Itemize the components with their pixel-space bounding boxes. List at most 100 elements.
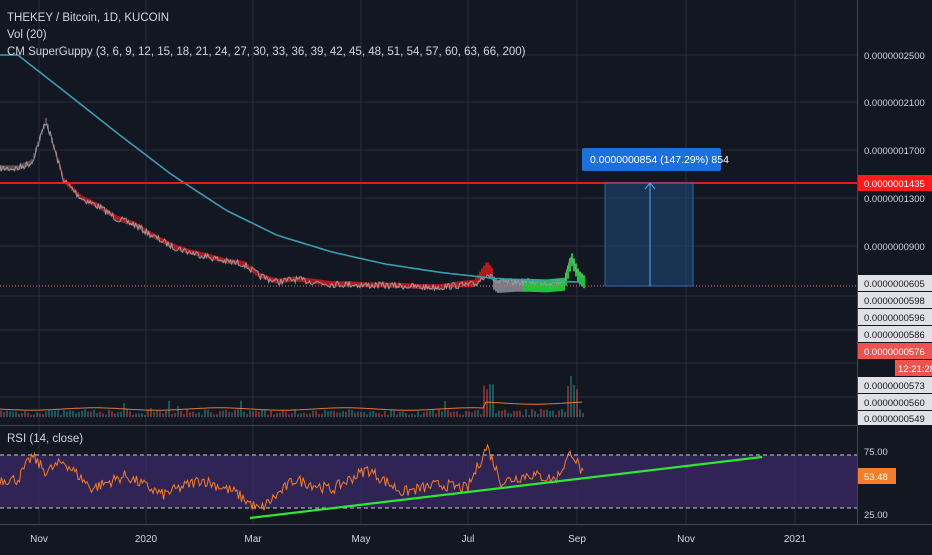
- volume-bar: [228, 411, 230, 417]
- last-price-label: 0.0000000576: [858, 343, 932, 359]
- rsi-tick: 25.00: [864, 510, 888, 521]
- volume-bar: [501, 410, 503, 417]
- volume-bar: [162, 413, 164, 417]
- volume-bar: [453, 411, 455, 417]
- volume-bar: [96, 413, 98, 417]
- volume-bar: [522, 414, 524, 417]
- volume-bar: [231, 412, 233, 417]
- projection-box[interactable]: [604, 182, 694, 287]
- volume-bar: [312, 410, 314, 417]
- volume-bar: [93, 409, 95, 417]
- volume-bar: [450, 412, 452, 417]
- time-axis[interactable]: Nov 2020 Mar May Jul Sep Nov 2021: [0, 524, 932, 550]
- rsi-legend[interactable]: RSI (14, close): [7, 433, 83, 445]
- volume-bar: [90, 411, 92, 417]
- projection-label-text: 0.0000000854 (147.29%) 854: [590, 154, 729, 166]
- volume-bar: [462, 414, 464, 417]
- volume-bar: [72, 410, 74, 417]
- volume-bar: [348, 409, 350, 417]
- price-tick: 0.0000001300: [864, 194, 925, 205]
- volume-bar: [36, 412, 38, 417]
- volume-bar: [534, 411, 536, 417]
- bull-guppy-ribbon: [493, 253, 585, 293]
- time-tick: 2020: [135, 534, 158, 545]
- volume-bar: [576, 389, 578, 417]
- volume-bar: [174, 412, 176, 417]
- volume-bar: [141, 413, 143, 417]
- volume-bar: [33, 414, 35, 417]
- volume-bar: [282, 410, 284, 417]
- volume-bar: [417, 411, 419, 417]
- volume-bar: [180, 411, 182, 417]
- volume-legend[interactable]: Vol (20): [7, 29, 47, 41]
- volume-bar: [132, 414, 134, 417]
- volume-bar: [171, 414, 173, 417]
- volume-bar: [381, 414, 383, 417]
- volume-bar: [342, 410, 344, 417]
- volume-bar: [234, 409, 236, 417]
- volume-bar: [519, 410, 521, 417]
- volume-bar: [27, 412, 29, 417]
- volume-bar: [537, 414, 539, 417]
- time-tick: Nov: [30, 534, 48, 545]
- volume-bar: [126, 409, 128, 417]
- volume-bar: [6, 410, 8, 417]
- volume-bar: [156, 410, 158, 417]
- price-tick: 0.0000002500: [864, 51, 925, 62]
- volume-bar: [378, 412, 380, 417]
- volume-bar: [81, 410, 83, 417]
- volume-bar: [186, 409, 188, 417]
- volume-bar: [198, 412, 200, 417]
- volume-bar: [87, 411, 89, 417]
- svg-text:0.0000000605: 0.0000000605: [864, 279, 925, 290]
- volume-bar: [270, 410, 272, 417]
- tradingview-chart[interactable]: 0.0000000854 (147.29%) 854 0.0000002500 …: [0, 0, 932, 550]
- volume-bar: [360, 412, 362, 417]
- indicator-legend[interactable]: CM SuperGuppy (3, 6, 9, 12, 15, 18, 21, …: [7, 46, 526, 58]
- ema200-series: [0, 54, 583, 283]
- volume-bar: [225, 409, 227, 417]
- horizontal-grid: [0, 54, 857, 398]
- projection-label[interactable]: 0.0000000854 (147.29%) 854: [582, 148, 729, 171]
- volume-bar: [555, 414, 557, 417]
- volume-ma-line: [0, 401, 583, 411]
- volume-bar: [363, 412, 365, 417]
- volume-bar: [153, 411, 155, 417]
- volume-bar: [165, 410, 167, 417]
- resistance-price-label: 0.0000001435: [858, 175, 932, 191]
- volume-bar: [135, 413, 137, 417]
- price-axis[interactable]: 0.0000002500 0.0000002100 0.0000001700 0…: [857, 0, 932, 524]
- volume-bar: [84, 409, 86, 417]
- volume-bar: [558, 410, 560, 417]
- volume-bar: [330, 411, 332, 417]
- volume-bar: [30, 414, 32, 417]
- volume-bar: [435, 413, 437, 417]
- rsi-value-label: 53.48: [858, 468, 896, 484]
- volume-bar: [582, 413, 584, 417]
- volume-bar: [351, 410, 353, 417]
- time-tick: May: [352, 534, 371, 545]
- volume-bar: [357, 411, 359, 417]
- volume-bar: [69, 410, 71, 417]
- volume-bar: [285, 411, 287, 417]
- volume-bar: [549, 411, 551, 417]
- volume-bar: [117, 412, 119, 417]
- volume-bar: [219, 411, 221, 417]
- volume-bar: [309, 413, 311, 417]
- volume-bar: [366, 414, 368, 417]
- volume-bar: [24, 411, 26, 417]
- volume-bar: [567, 385, 569, 417]
- volume-bar: [216, 414, 218, 417]
- volume-bar: [492, 384, 494, 417]
- volume-bar: [213, 414, 215, 417]
- volume-bar: [321, 413, 323, 417]
- volume-bar: [249, 410, 251, 417]
- volume-bar: [105, 414, 107, 417]
- volume-bar: [129, 411, 131, 417]
- price-tick: 0.0000001700: [864, 146, 925, 157]
- volume-bar: [75, 413, 77, 417]
- chart-title[interactable]: THEKEY / Bitcoin, 1D, KUCOIN: [7, 12, 169, 24]
- volume-bar: [42, 413, 44, 417]
- volume-bar: [114, 413, 116, 417]
- volume-bar: [288, 414, 290, 417]
